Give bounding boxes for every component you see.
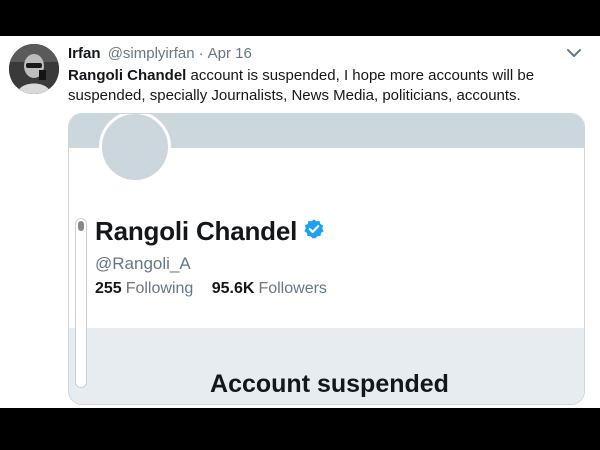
tweet-text: Rangoli Chandel account is suspended, I …	[68, 66, 590, 106]
tweet-text-mention: Rangoli Chandel	[68, 67, 187, 84]
separator-dot: ·	[198, 45, 204, 62]
account-suspended-text: Account suspended	[210, 370, 449, 398]
tweet-header: Irfan @simplyirfan · Apr 16	[68, 44, 252, 63]
followers-stat[interactable]: 95.6K Followers	[212, 280, 327, 298]
profile-stats: 255 Following 95.6K Followers	[95, 280, 327, 298]
chevron-down-icon[interactable]	[566, 46, 582, 58]
scrollbar-thumb[interactable]	[78, 221, 84, 231]
tweet[interactable]: Irfan @simplyirfan · Apr 16 Rangoli Chande…	[0, 36, 600, 408]
avatar[interactable]	[9, 44, 59, 94]
followers-count: 95.6K	[211, 280, 255, 297]
profile-card[interactable]: Rangoli Chandel @Rangoli_A 255 Following …	[68, 113, 585, 405]
profile-display-name-text: Rangoli Chandel	[95, 216, 298, 246]
following-label: Following	[125, 280, 194, 297]
author-handle[interactable]: @simplyirfan	[108, 45, 195, 62]
following-count: 255	[95, 280, 122, 297]
tweet-date[interactable]: Apr 16	[208, 45, 252, 62]
user-avatar-icon	[9, 44, 59, 94]
profile-display-name: Rangoli Chandel	[95, 216, 325, 247]
profile-picture-placeholder	[99, 114, 171, 183]
profile-username: @Rangoli_A	[95, 254, 191, 273]
followers-label: Followers	[258, 280, 327, 297]
following-stat[interactable]: 255 Following	[95, 280, 193, 298]
verified-badge-icon	[303, 216, 325, 247]
author-name[interactable]: Irfan	[68, 45, 101, 62]
scrollbar[interactable]	[75, 218, 87, 388]
